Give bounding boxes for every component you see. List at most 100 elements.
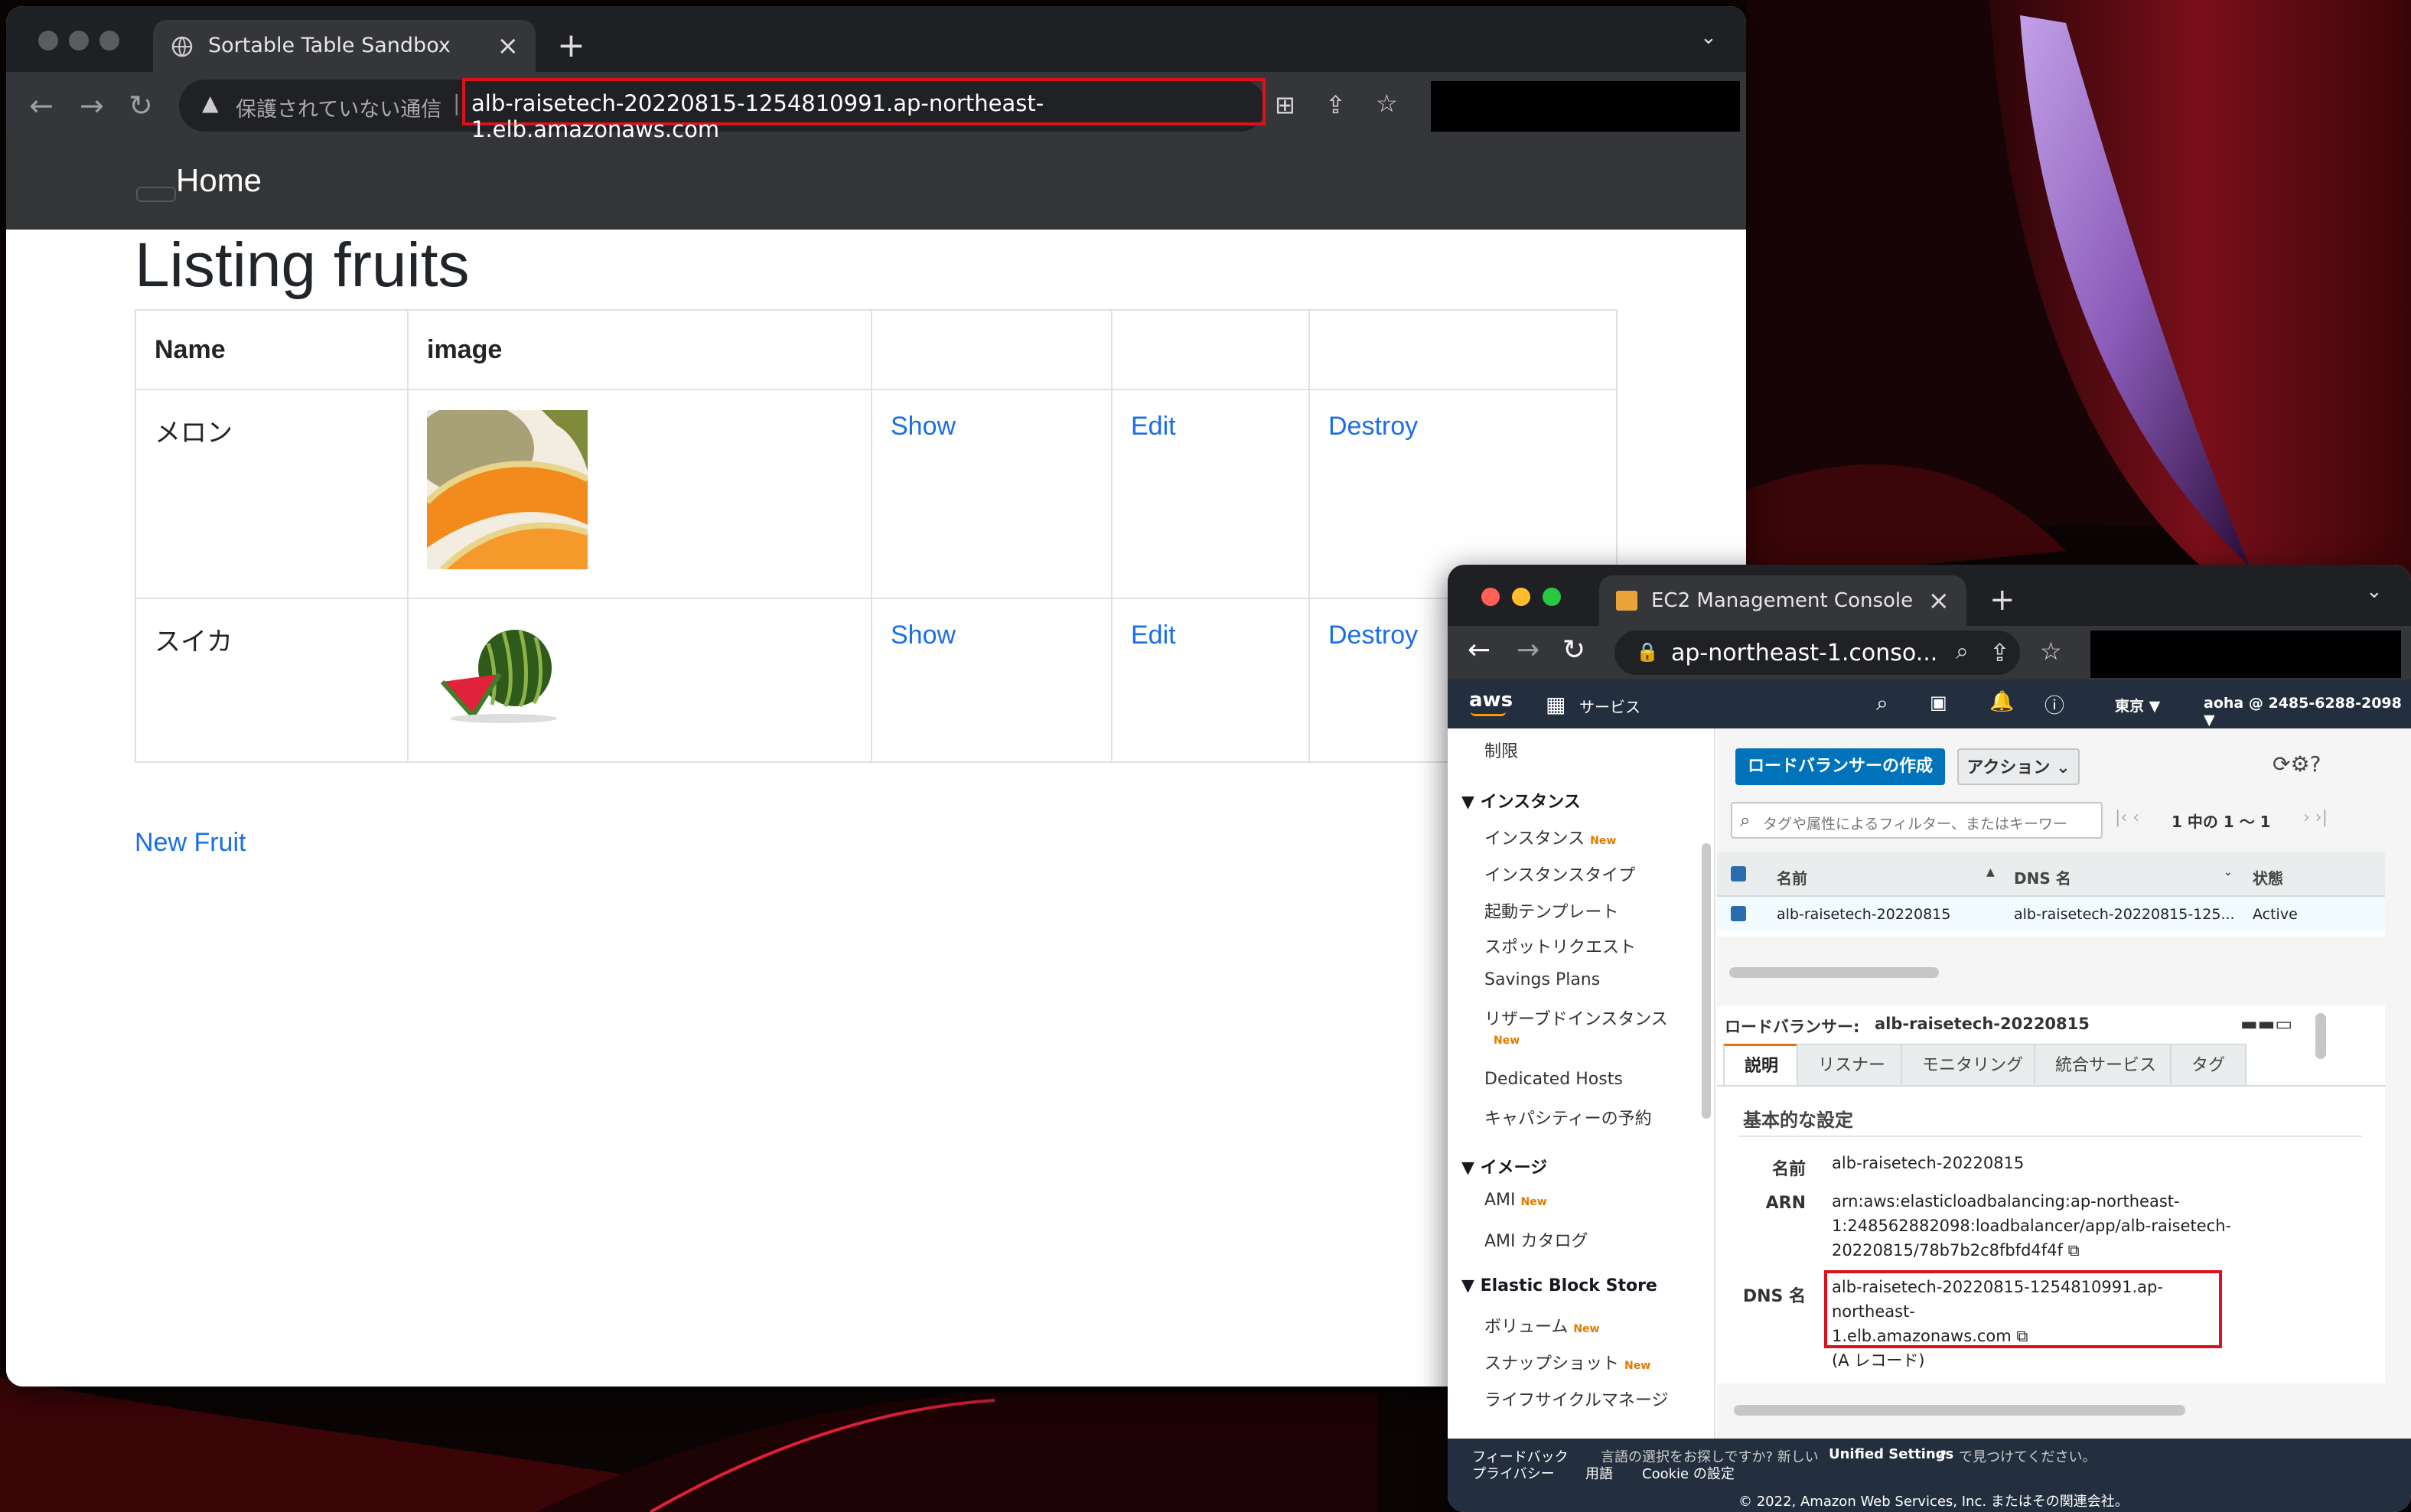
share-icon[interactable]: ⇪ bbox=[1325, 90, 1346, 119]
new-tab-icon[interactable]: + bbox=[1989, 574, 2015, 626]
fruit-name: メロン bbox=[135, 389, 409, 599]
sidebar-item-ami[interactable]: AMI New bbox=[1484, 1191, 1547, 1210]
pager-first-icon[interactable]: |‹ ‹ bbox=[2115, 808, 2139, 827]
redacted-extensions bbox=[1431, 81, 1740, 132]
sidebar-item-instances[interactable]: インスタンス New bbox=[1484, 825, 1616, 849]
sidebar-item-limits[interactable]: 制限 bbox=[1484, 738, 1518, 762]
sidebar-item-lifecycle-manager[interactable]: ライフサイクルマネージ bbox=[1484, 1387, 1668, 1411]
help-icon[interactable]: ⓘ bbox=[2044, 690, 2064, 719]
sidebar-item-launch-templates[interactable]: 起動テンプレート bbox=[1484, 898, 1618, 923]
search-icon: ⌕ bbox=[1740, 810, 1751, 831]
region-selector[interactable]: 東京 ▼ bbox=[2115, 695, 2160, 715]
translate-icon[interactable]: ⊞ bbox=[1275, 90, 1295, 119]
back-icon[interactable]: ← bbox=[29, 86, 54, 125]
refresh-icon[interactable]: ⟳⚙? bbox=[2273, 751, 2321, 777]
tab-description[interactable]: 説明 bbox=[1723, 1044, 1800, 1085]
row-checkbox[interactable] bbox=[1731, 906, 1746, 921]
browser-tab-sandbox[interactable]: Sortable Table Sandbox × bbox=[153, 20, 536, 72]
column-header-name[interactable]: 名前 bbox=[1777, 866, 1807, 888]
sidebar-item-snapshots[interactable]: スナップショット New bbox=[1484, 1350, 1650, 1374]
sidebar-item-volumes[interactable]: ボリューム New bbox=[1484, 1313, 1600, 1338]
share-icon[interactable]: ⇪ bbox=[1989, 638, 2010, 667]
edit-link[interactable]: Edit bbox=[1131, 621, 1176, 650]
copy-icon[interactable]: ⧉ bbox=[2068, 1241, 2080, 1259]
sort-down-icon[interactable]: ⌄ bbox=[2224, 866, 2233, 878]
edit-link[interactable]: Edit bbox=[1131, 412, 1176, 441]
destroy-link[interactable]: Destroy bbox=[1328, 621, 1418, 650]
chevron-down-icon[interactable]: ⌄ bbox=[2366, 580, 2383, 603]
forward-icon[interactable]: → bbox=[80, 86, 104, 125]
show-link[interactable]: Show bbox=[891, 412, 956, 441]
tab-integrated-services[interactable]: 統合サービス bbox=[2034, 1044, 2178, 1085]
table-header-row: Name image bbox=[135, 309, 1618, 390]
sidebar-scrollbar[interactable] bbox=[1702, 843, 1711, 1119]
warning-icon: ▲ bbox=[202, 90, 219, 116]
sidebar-section-ebs[interactable]: ▼ Elastic Block Store bbox=[1461, 1276, 1657, 1295]
sidebar-item-capacity-reservations[interactable]: キャパシティーの予約 bbox=[1484, 1105, 1652, 1129]
omnibox[interactable]: 🔒 ap-northeast-1.conso... ⌕ bbox=[1614, 631, 2020, 675]
column-header-state[interactable]: 状態 bbox=[2253, 866, 2283, 888]
sidebar-item-instance-types[interactable]: インスタンスタイプ bbox=[1484, 862, 1635, 886]
create-load-balancer-button[interactable]: ロードバランサーの作成 bbox=[1735, 748, 1945, 785]
sidebar-item-spot-requests[interactable]: スポットリクエスト bbox=[1484, 934, 1636, 958]
nav-home-link[interactable]: Home bbox=[176, 162, 262, 199]
sidebar-item-ami-catalog[interactable]: AMI カタログ bbox=[1484, 1227, 1588, 1252]
destroy-link[interactable]: Destroy bbox=[1328, 412, 1418, 441]
forward-icon[interactable]: → bbox=[1517, 631, 1539, 670]
sidebar-item-reserved-instances[interactable]: リザーブドインスタンス bbox=[1484, 1005, 1668, 1030]
chevron-down-icon[interactable]: ⌄ bbox=[1700, 26, 1717, 49]
close-tab-icon[interactable]: × bbox=[1928, 575, 1950, 626]
select-all-checkbox[interactable] bbox=[1731, 866, 1746, 881]
tab-listeners[interactable]: リスナー bbox=[1797, 1044, 1908, 1085]
reload-icon[interactable]: ↻ bbox=[129, 86, 153, 125]
services-menu[interactable]: サービス bbox=[1579, 695, 1640, 717]
navbar-toggler[interactable] bbox=[136, 187, 176, 202]
detail-vscrollbar[interactable] bbox=[2315, 1013, 2326, 1059]
bookmark-star-icon[interactable]: ☆ bbox=[2040, 637, 2062, 666]
cookie-settings-link[interactable]: Cookie の設定 bbox=[1642, 1463, 1735, 1483]
notification-bell-icon[interactable]: 🔔 bbox=[1989, 690, 2014, 713]
back-icon[interactable]: ← bbox=[1468, 631, 1491, 670]
pager-next-icon[interactable]: › ›| bbox=[2303, 808, 2328, 827]
unified-settings-link[interactable]: Unified Settings bbox=[1829, 1446, 1953, 1462]
sidebar-section-instances[interactable]: ▼ インスタンス bbox=[1461, 788, 1581, 813]
panel-layout-icons[interactable]: ▬▬▭ bbox=[2240, 1013, 2292, 1035]
actions-dropdown[interactable]: アクション ⌄ bbox=[1957, 748, 2080, 785]
bookmark-star-icon[interactable]: ☆ bbox=[1376, 89, 1398, 118]
globe-icon bbox=[171, 36, 193, 57]
tab-tags[interactable]: タグ bbox=[2170, 1044, 2247, 1085]
reload-icon[interactable]: ↻ bbox=[1562, 631, 1585, 670]
close-window-button[interactable] bbox=[38, 31, 58, 51]
minimize-window-button[interactable] bbox=[69, 31, 89, 51]
tab-monitoring[interactable]: モニタリング bbox=[1901, 1044, 2045, 1085]
minimize-window-button[interactable] bbox=[1512, 588, 1530, 606]
show-link[interactable]: Show bbox=[891, 621, 956, 650]
browser-tab-ec2[interactable]: EC2 Management Console × bbox=[1599, 575, 1966, 626]
grid-menu-icon[interactable]: ▦ bbox=[1546, 692, 1566, 717]
column-header-dns[interactable]: DNS 名 bbox=[2014, 866, 2071, 888]
table-hscrollbar[interactable] bbox=[1729, 967, 1939, 978]
sidebar-section-images[interactable]: ▼ イメージ bbox=[1461, 1154, 1547, 1178]
copy-icon[interactable]: ⧉ bbox=[2016, 1327, 2028, 1345]
cloudshell-icon[interactable]: ▣ bbox=[1930, 692, 1947, 713]
zoom-icon[interactable]: ⌕ bbox=[1956, 638, 1969, 665]
filter-search-input[interactable]: ⌕ タグや属性によるフィルター、またはキーワー bbox=[1731, 802, 2103, 839]
aws-logo[interactable]: aws bbox=[1469, 689, 1513, 712]
close-window-button[interactable] bbox=[1481, 588, 1500, 606]
terms-link[interactable]: 用語 bbox=[1585, 1463, 1613, 1483]
detail-hscrollbar[interactable] bbox=[1734, 1405, 2185, 1416]
search-icon[interactable]: ⌕ bbox=[1876, 690, 1888, 716]
sidebar-item-dedicated-hosts[interactable]: Dedicated Hosts bbox=[1484, 1070, 1623, 1089]
omnibox[interactable]: ▲ 保護されていない通信 | alb-raisetech-20220815-12… bbox=[179, 78, 1266, 142]
privacy-link[interactable]: プライバシー bbox=[1472, 1463, 1555, 1483]
sort-up-icon[interactable]: ▲ bbox=[1986, 866, 1995, 878]
zoom-window-button[interactable] bbox=[99, 31, 119, 51]
table-row[interactable]: alb-raisetech-20220815 alb-raisetech-202… bbox=[1717, 897, 2385, 930]
sidebar-item-savings-plans[interactable]: Savings Plans bbox=[1484, 970, 1600, 989]
zoom-window-button[interactable] bbox=[1543, 588, 1561, 606]
new-tab-icon[interactable]: + bbox=[557, 20, 585, 72]
close-tab-icon[interactable]: × bbox=[497, 20, 520, 72]
account-menu[interactable]: aoha @ 2485-6288-2098 ▼ bbox=[2204, 695, 2411, 728]
new-fruit-link[interactable]: New Fruit bbox=[135, 828, 246, 858]
section-basic-settings: 基本的な設定 bbox=[1743, 1110, 1853, 1131]
